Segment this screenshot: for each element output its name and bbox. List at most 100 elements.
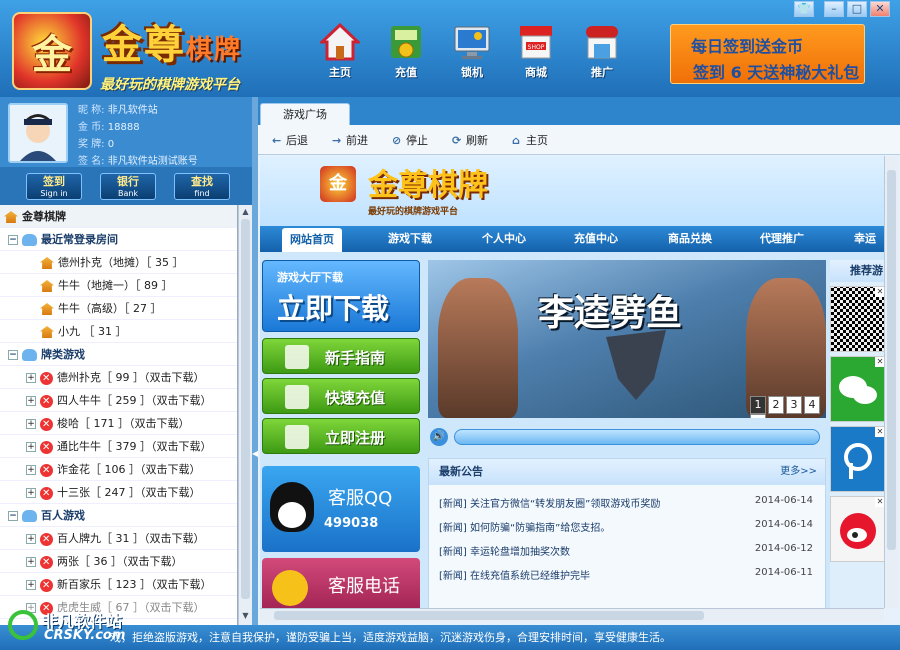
news-item[interactable]: [新闻] 幸运轮盘增加抽奖次数 2014-06-12 (439, 543, 819, 563)
carousel-page[interactable]: 4 (804, 396, 820, 414)
news-item[interactable]: [新闻] 关注官方微信“转发朋友圈”领取游戏币奖励 2014-06-14 (439, 495, 819, 515)
sina-weibo-tile[interactable]: ✕ (830, 496, 884, 562)
notice-more-link[interactable]: 更多>> (780, 459, 817, 485)
collapse-icon[interactable]: − (8, 235, 18, 245)
close-icon[interactable]: ✕ (875, 287, 884, 297)
not-installed-icon (40, 459, 53, 482)
tree-item[interactable]: +百人牌九［ 31 ］（双击下载） (0, 527, 237, 551)
site-menu-profile[interactable]: 个人中心 (482, 226, 526, 252)
close-icon[interactable]: ✕ (875, 427, 884, 437)
tree-item[interactable]: +通比牛牛［ 379 ］（双击下载） (0, 435, 237, 459)
nav-recharge-button[interactable]: 充值 (380, 22, 432, 80)
expand-icon[interactable]: + (26, 488, 36, 498)
nav-shop-button[interactable]: SHOP 商城 (510, 22, 562, 80)
guide-button[interactable]: 新手指南 (262, 338, 420, 374)
web-content: 金 金尊棋牌 最好玩的棋牌游戏平台 网站首页 游戏下载 个人中心 充值中心 商品… (260, 156, 884, 608)
tree-item[interactable]: +两张［ 36 ］（双击下载） (0, 550, 237, 574)
web-horizontal-scrollbar[interactable] (260, 608, 884, 622)
avatar[interactable] (8, 103, 68, 163)
expand-icon[interactable]: + (26, 534, 36, 544)
bank-button[interactable]: 银行 Bank (100, 173, 156, 200)
tree-item[interactable]: 小九 ［ 31 ］ (0, 320, 237, 343)
qq-weibo-tile[interactable]: ✕ (830, 426, 884, 492)
news-item[interactable]: [新闻] 在线充值系统已经维护完毕 2014-06-11 (439, 567, 819, 587)
stop-button[interactable]: ⊘ 停止 (392, 132, 428, 148)
wechat-tile[interactable]: ✕ (830, 356, 884, 422)
checkin-reward-banner[interactable]: 每日签到送金币 签到 6 天送神秘大礼包 (670, 24, 865, 84)
tree-item[interactable]: 牛牛（地摊一）［ 89 ］ (0, 274, 237, 297)
not-installed-icon (40, 436, 53, 459)
site-menu-lucky[interactable]: 幸运 (854, 226, 876, 252)
download-lobby-button[interactable]: 游戏大厅下载 立即下载 (262, 260, 420, 332)
register-button[interactable]: 立即注册 (262, 418, 420, 454)
nav-home-button[interactable]: 主页 (314, 22, 366, 80)
tree-root[interactable]: 金尊棋牌 (0, 205, 237, 228)
site-logo[interactable]: 金 (320, 166, 356, 202)
expand-icon[interactable]: + (26, 557, 36, 567)
folder-icon (22, 234, 37, 246)
back-button[interactable]: ← 后退 (272, 132, 308, 148)
tree-group-recent[interactable]: − 最近常登录房间 (0, 228, 237, 251)
support-phone[interactable]: 客服电话 (262, 558, 420, 608)
tree-item[interactable]: +德州扑克［ 99 ］（双击下载） (0, 366, 237, 390)
tree-item[interactable]: +诈金花［ 106 ］（双击下载） (0, 458, 237, 482)
speaker-icon[interactable]: 🔊 (430, 428, 448, 446)
expand-icon[interactable]: + (26, 580, 36, 590)
nav-lock-button[interactable]: 锁机 (446, 22, 498, 80)
carousel-page[interactable]: 1 (750, 396, 766, 414)
not-installed-icon (40, 367, 53, 390)
expand-icon[interactable]: + (26, 442, 36, 452)
site-menu-home[interactable]: 网站首页 (282, 228, 342, 252)
tree-group-cards[interactable]: − 牌类游戏 (0, 343, 237, 366)
carousel-page[interactable]: 2 (768, 396, 784, 414)
web-vertical-scrollbar[interactable] (884, 156, 898, 608)
tree-scroll-thumb[interactable] (241, 219, 250, 599)
maximize-button[interactable]: □ (847, 1, 867, 17)
close-button[interactable]: ✕ (870, 1, 890, 17)
expand-icon[interactable]: + (26, 419, 36, 429)
news-item[interactable]: [新闻] 如何防骗“防骗指南”给您支招。 2014-06-14 (439, 519, 819, 539)
forward-button[interactable]: → 前进 (332, 132, 368, 148)
support-qq[interactable]: 客服QQ 499038 (262, 466, 420, 552)
tree-item[interactable]: 牛牛（高级）［ 27 ］ (0, 297, 237, 320)
audio-track[interactable] (454, 429, 820, 445)
hero-carousel[interactable]: 李逵劈鱼 1234 5 (428, 260, 826, 418)
skin-button[interactable]: 👕 (794, 1, 814, 17)
collapse-icon[interactable]: − (8, 350, 18, 360)
qr-code-tile[interactable]: ✕ (830, 286, 884, 352)
carousel-page[interactable]: 3 (786, 396, 802, 414)
expand-icon[interactable]: + (26, 373, 36, 383)
site-menu-recharge[interactable]: 充值中心 (574, 226, 618, 252)
sign-in-button[interactable]: 签到 Sign in (26, 173, 82, 200)
site-menu-exchange[interactable]: 商品兑换 (668, 226, 712, 252)
logo-char: 金 (32, 31, 72, 78)
web-hscroll-thumb[interactable] (274, 611, 704, 620)
expand-icon[interactable]: + (26, 396, 36, 406)
close-icon[interactable]: ✕ (875, 357, 884, 367)
minimize-button[interactable]: – (824, 1, 844, 17)
carousel-page[interactable]: 5 (750, 414, 766, 418)
scroll-down-icon[interactable]: ▼ (240, 611, 251, 620)
home-button[interactable]: ⌂ 主页 (512, 132, 548, 148)
tree-item[interactable]: 德州扑克（地摊）［ 35 ］ (0, 251, 237, 274)
web-vscroll-thumb[interactable] (887, 170, 896, 550)
site-menu-download[interactable]: 游戏下载 (388, 226, 432, 252)
site-menu-agent[interactable]: 代理推广 (760, 226, 804, 252)
tree-scrollbar[interactable]: ▲ ▼ (238, 205, 252, 625)
tree-item[interactable]: +十三张［ 247 ］（双击下载） (0, 481, 237, 505)
quick-recharge-button[interactable]: 快速充值 (262, 378, 420, 414)
expand-icon[interactable]: + (26, 465, 36, 475)
nav-promotion-button[interactable]: 推广 (576, 22, 628, 80)
notice-header: 最新公告 更多>> (429, 459, 825, 485)
refresh-button[interactable]: ⟳ 刷新 (452, 132, 488, 148)
tree-item[interactable]: +梭哈［ 171 ］（双击下载） (0, 412, 237, 436)
tree-group-crowd[interactable]: − 百人游戏 (0, 504, 237, 527)
tab-game-plaza[interactable]: 游戏广场 (260, 103, 350, 125)
close-icon[interactable]: ✕ (875, 497, 884, 507)
scroll-up-icon[interactable]: ▲ (240, 207, 251, 216)
tree-item[interactable]: +新百家乐［ 123 ］（双击下载） (0, 573, 237, 597)
watermark-ring-icon (8, 610, 38, 640)
collapse-icon[interactable]: − (8, 511, 18, 521)
find-button[interactable]: 查找 find (174, 173, 230, 200)
tree-item[interactable]: +四人牛牛［ 259 ］（双击下载） (0, 389, 237, 413)
